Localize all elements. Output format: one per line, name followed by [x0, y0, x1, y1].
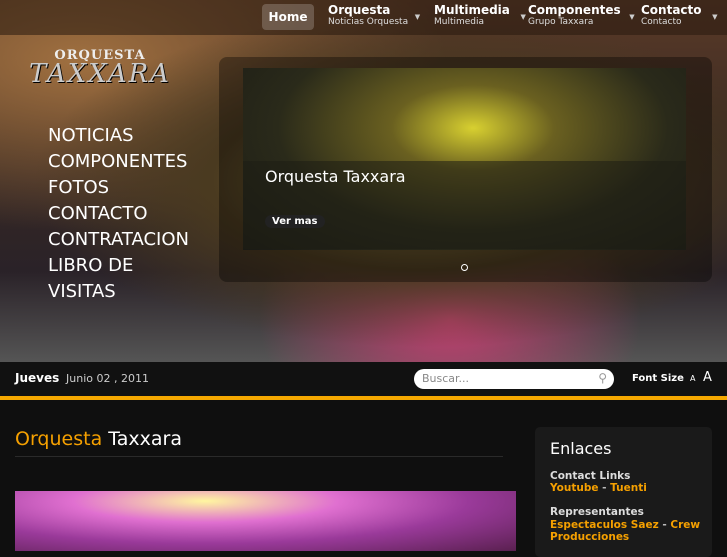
search-input[interactable]: Buscar... ⚲	[414, 369, 614, 389]
panel-title: Enlaces	[550, 439, 612, 458]
site-logo[interactable]: ORQUESTA TAXXARA	[20, 48, 180, 98]
slide-caption: Orquesta Taxxara Ver mas	[243, 161, 686, 249]
contact-links-label: Contact Links	[550, 470, 631, 482]
nav-multimedia[interactable]: Multimedia Multimedia ▼	[434, 3, 526, 27]
ver-mas-button[interactable]: Ver mas	[265, 215, 325, 228]
nav-title: Componentes	[528, 3, 621, 17]
nav-sub: Multimedia	[434, 17, 485, 27]
nav-title: Multimedia	[434, 3, 510, 17]
menu-noticias[interactable]: NOTICIAS	[48, 123, 198, 149]
side-menu: NOTICIAS COMPONENTES FOTOS CONTACTO CONT…	[48, 123, 198, 305]
font-smaller-button[interactable]: A	[690, 374, 695, 383]
nav-sub: Contacto	[641, 17, 682, 27]
title-accent: Orquesta	[15, 428, 103, 450]
chevron-down-icon: ▼	[629, 13, 635, 21]
menu-fotos[interactable]: FOTOS	[48, 175, 198, 201]
article-title: Orquesta Taxxara	[15, 428, 182, 450]
links-panel: Enlaces Contact Links Youtube - Tuenti R…	[535, 427, 712, 557]
nav-sub: Noticias Orquesta	[328, 17, 409, 27]
nav-contacto[interactable]: Contacto Contacto ▼	[641, 3, 718, 27]
top-nav: Home Orquesta Noticias Orquesta ▼ Multimed…	[0, 0, 727, 35]
logo-line2: TAXXARA	[29, 59, 171, 89]
slider-dot[interactable]	[461, 264, 468, 271]
article-photo	[15, 491, 516, 551]
nav-componentes[interactable]: Componentes Grupo Taxxara ▼	[528, 3, 635, 27]
chevron-down-icon: ▼	[414, 13, 421, 21]
chevron-down-icon: ▼	[712, 13, 718, 21]
search-icon[interactable]: ⚲	[598, 371, 607, 385]
font-larger-button[interactable]: A	[703, 370, 712, 385]
crew-link[interactable]: Crew	[670, 519, 700, 531]
nav-home[interactable]: Home	[262, 4, 314, 30]
youtube-link[interactable]: Youtube	[550, 482, 598, 494]
tuenti-link[interactable]: Tuenti	[610, 482, 647, 494]
saez-link[interactable]: Espectaculos Saez	[550, 519, 659, 531]
menu-libro-de[interactable]: LIBRO DE	[48, 253, 198, 279]
separator: -	[662, 519, 667, 531]
date-label: Junio 02 , 2011	[66, 372, 149, 385]
chevron-down-icon: ▼	[520, 13, 526, 21]
day-label: Jueves	[15, 371, 60, 385]
menu-contratacion[interactable]: CONTRATACION	[48, 227, 198, 253]
menu-componentes[interactable]: COMPONENTES	[48, 149, 198, 175]
info-bar: Jueves Junio 02 , 2011 Buscar... ⚲ Font S…	[0, 362, 727, 396]
producciones-link[interactable]: Producciones	[550, 531, 629, 543]
nav-title: Contacto	[641, 3, 702, 17]
menu-visitas[interactable]: VISITAS	[48, 279, 198, 305]
representantes-label: Representantes	[550, 506, 644, 518]
separator: -	[602, 482, 607, 494]
nav-orquesta[interactable]: Orquesta Noticias Orquesta ▼	[328, 3, 420, 27]
accent-divider	[0, 396, 727, 400]
menu-contacto[interactable]: CONTACTO	[48, 201, 198, 227]
title-divider	[15, 456, 503, 457]
search-placeholder: Buscar...	[422, 372, 470, 385]
title-rest: Taxxara	[108, 428, 182, 450]
nav-sub: Grupo Taxxara	[528, 17, 594, 27]
font-size-label: Font Size	[632, 373, 684, 384]
nav-title: Orquesta	[328, 3, 391, 17]
slide-title: Orquesta Taxxara	[265, 167, 406, 186]
